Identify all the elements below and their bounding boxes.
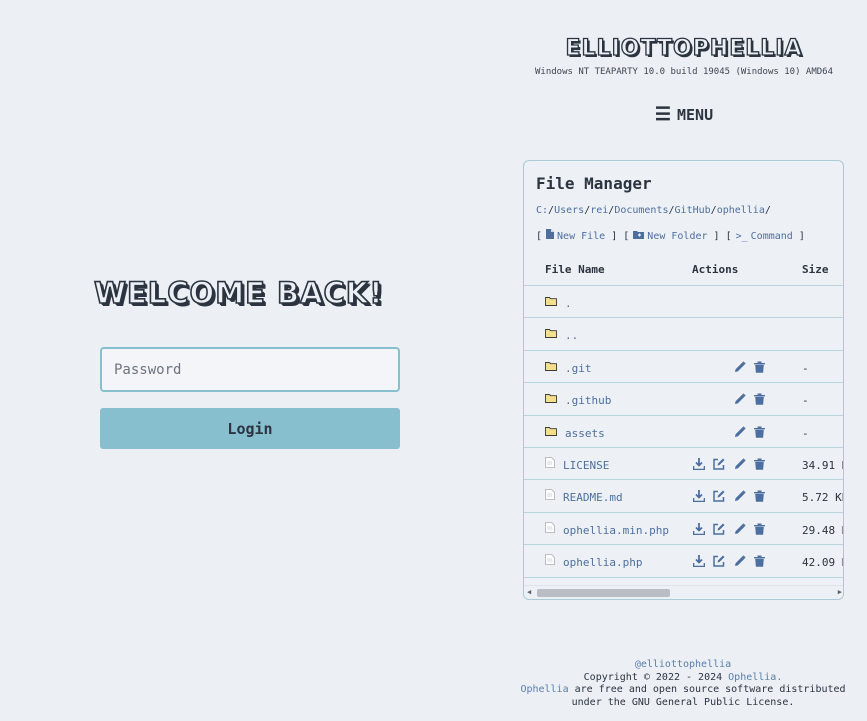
- table-row[interactable]: .git -: [524, 351, 843, 384]
- edit-icon[interactable]: [713, 555, 726, 568]
- download-icon[interactable]: [692, 490, 706, 503]
- scroll-right-icon[interactable]: ▶: [838, 588, 842, 596]
- download-icon[interactable]: [692, 522, 706, 536]
- file-icon: [545, 457, 555, 468]
- file-name-link[interactable]: LICENSE: [563, 459, 609, 472]
- edit-icon[interactable]: [713, 523, 726, 536]
- license-text-2: under the GNU General Public License.: [571, 696, 795, 708]
- trash-icon[interactable]: [754, 393, 767, 406]
- edit-icon[interactable]: [713, 490, 726, 503]
- table-header: File Name Actions Size: [524, 253, 843, 286]
- hamburger-icon: ☰: [654, 104, 671, 125]
- pencil-icon[interactable]: [734, 523, 747, 536]
- table-row[interactable]: assets -: [524, 416, 843, 448]
- menu-button[interactable]: ☰ MENU: [626, 104, 742, 125]
- folder-name-link[interactable]: ..: [565, 329, 578, 342]
- folder-name-link[interactable]: .: [565, 297, 572, 310]
- file-size: 5.72 KB: [802, 491, 844, 505]
- file-name-link[interactable]: README.md: [563, 491, 623, 504]
- file-size: 34.91 K: [802, 458, 844, 472]
- breadcrumb-item[interactable]: ophellia: [717, 205, 765, 216]
- breadcrumb-item[interactable]: GitHub: [675, 205, 711, 216]
- pencil-icon[interactable]: [734, 458, 747, 471]
- trash-icon[interactable]: [754, 490, 767, 503]
- breadcrumb-item[interactable]: Documents: [614, 205, 668, 216]
- file-manager-panel: File Manager C:/Users/rei/Documents/GitH…: [523, 160, 844, 600]
- table-row[interactable]: ophellia.min.php 29.48 K: [524, 513, 844, 546]
- folder-icon: [545, 296, 557, 306]
- pencil-icon[interactable]: [734, 490, 747, 503]
- trash-icon[interactable]: [754, 426, 767, 439]
- file-size: -: [802, 361, 809, 375]
- folder-icon: [545, 328, 557, 339]
- pencil-icon[interactable]: [734, 361, 747, 374]
- table-row[interactable]: ophellia.php 42.09 K: [524, 545, 844, 578]
- new-file-icon: [546, 229, 555, 242]
- command-label: Command: [750, 231, 793, 242]
- system-info: Windows NT TEAPARTY 10.0 build 19045 (Wi…: [534, 67, 833, 77]
- file-icon: [545, 521, 555, 533]
- new-file-label: New File: [557, 231, 606, 242]
- breadcrumb-item[interactable]: rei: [590, 205, 608, 216]
- brand-logo[interactable]: ELLIOTTOPHELLIA: [544, 35, 824, 61]
- new-folder-label: New Folder: [647, 231, 708, 242]
- pencil-icon[interactable]: [734, 393, 747, 406]
- folder-icon: [545, 361, 557, 371]
- table-row[interactable]: ..: [524, 318, 843, 351]
- file-size: 42.09 K: [802, 556, 844, 570]
- column-file-name: File Name: [545, 263, 605, 276]
- footer: @elliottophellia Copyright © 2022 - 2024…: [520, 659, 846, 709]
- file-size: -: [802, 394, 809, 408]
- trash-icon[interactable]: [754, 361, 767, 374]
- copyright-link[interactable]: Ophellia.: [728, 672, 782, 683]
- scrollbar-thumb[interactable]: [537, 589, 670, 597]
- welcome-heading: WELCOME BACK!: [93, 275, 384, 311]
- license-project-link[interactable]: Ophellia: [520, 684, 568, 695]
- file-size: 29.48 K: [802, 523, 844, 537]
- download-icon[interactable]: [692, 555, 706, 568]
- license-text: are free and open source software distri…: [568, 684, 846, 695]
- trash-icon[interactable]: [754, 458, 767, 471]
- table-row[interactable]: .: [524, 286, 843, 319]
- command-button[interactable]: >_ Command: [732, 231, 793, 242]
- new-file-button[interactable]: New File: [542, 229, 606, 242]
- pencil-icon[interactable]: [734, 425, 747, 439]
- author-handle-link[interactable]: @elliottophellia: [635, 659, 731, 670]
- terminal-icon: >_: [735, 231, 748, 242]
- folder-icon: [545, 426, 557, 436]
- column-actions: Actions: [692, 263, 739, 276]
- breadcrumb: C:/Users/rei/Documents/GitHub/ophellia/: [536, 205, 771, 216]
- download-icon[interactable]: [692, 457, 706, 471]
- column-size: Size: [802, 263, 829, 276]
- file-size: -: [802, 426, 809, 440]
- file-toolbar: [New File ] [New Folder ] [>_ Command ]: [536, 229, 805, 242]
- file-name-link[interactable]: ophellia.php: [563, 556, 642, 569]
- folder-name-link[interactable]: assets: [565, 427, 605, 440]
- breadcrumb-item[interactable]: C:: [536, 205, 548, 216]
- file-icon: [545, 554, 555, 566]
- copyright-text: Copyright © 2022 - 2024: [583, 671, 729, 683]
- file-manager-title: File Manager: [536, 174, 652, 193]
- pencil-icon[interactable]: [734, 555, 747, 568]
- login-button[interactable]: Login: [100, 408, 400, 449]
- scroll-left-icon[interactable]: ◀: [527, 588, 531, 596]
- breadcrumb-item[interactable]: Users: [554, 205, 584, 216]
- file-table: File Name Actions Size ... .git - .github - a…: [524, 253, 844, 578]
- table-row[interactable]: LICENSE 34.91 K: [524, 448, 844, 481]
- table-row[interactable]: README.md 5.72 KB: [524, 480, 844, 513]
- menu-label: MENU: [677, 106, 714, 124]
- folder-icon: [545, 393, 557, 404]
- file-name-link[interactable]: ophellia.min.php: [563, 524, 669, 537]
- horizontal-scrollbar[interactable]: ◀ ▶: [524, 585, 843, 599]
- new-folder-icon: [633, 230, 645, 242]
- file-icon: [545, 489, 555, 501]
- folder-name-link[interactable]: .git: [565, 362, 592, 375]
- edit-icon[interactable]: [713, 458, 726, 471]
- password-input[interactable]: [100, 347, 400, 392]
- trash-icon[interactable]: [754, 555, 767, 568]
- table-row[interactable]: .github -: [524, 383, 843, 416]
- trash-icon[interactable]: [754, 523, 767, 536]
- folder-name-link[interactable]: .github: [565, 394, 611, 407]
- new-folder-button[interactable]: New Folder: [629, 230, 708, 242]
